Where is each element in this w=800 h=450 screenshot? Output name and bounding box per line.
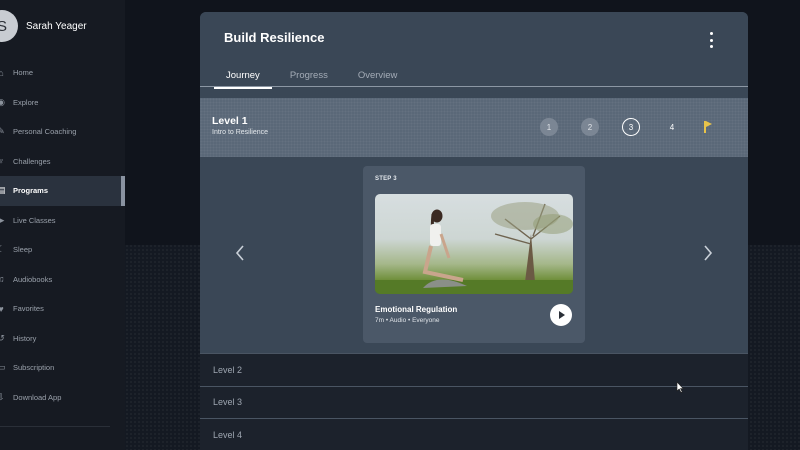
- flag-icon: [702, 120, 714, 134]
- heart-icon: ♥: [0, 303, 4, 314]
- next-arrow-icon[interactable]: [701, 243, 715, 263]
- sidebar-item-label: Home: [13, 68, 34, 78]
- play-icon: [559, 311, 565, 319]
- live-icon: ▶: [0, 214, 5, 225]
- sidebar-item-explore[interactable]: ◉ Explore: [0, 88, 125, 118]
- previous-arrow-icon[interactable]: [233, 243, 247, 263]
- sidebar-item-programs[interactable]: ▤ Programs: [0, 176, 125, 206]
- headphones-icon: ♫: [0, 274, 5, 285]
- sidebar-item-audiobooks[interactable]: ♫ Audiobooks: [0, 265, 125, 295]
- step-1[interactable]: 1: [540, 118, 558, 136]
- level-row-4[interactable]: Level 4: [200, 418, 748, 450]
- level-row-3[interactable]: Level 3: [200, 385, 748, 418]
- sidebar-item-live-classes[interactable]: ▶ Live Classes: [0, 206, 125, 236]
- sidebar-item-subscription[interactable]: ▭ Subscription: [0, 353, 125, 383]
- avatar[interactable]: S: [0, 10, 18, 42]
- card-icon: ▭: [0, 362, 6, 373]
- level-title: Level 1: [212, 115, 248, 127]
- sidebar-item-label: Challenges: [13, 156, 51, 166]
- sidebar-nav: ⌂ Home ◉ Explore ✎ Personal Coaching ♆ Challeng…: [0, 58, 125, 412]
- trophy-icon: ♆: [0, 156, 5, 167]
- step-2[interactable]: 2: [581, 118, 599, 136]
- level-subtitle: Intro to Resilience: [212, 129, 269, 136]
- program-header: Build Resilience Journey Progress Overview: [200, 12, 748, 98]
- sidebar-item-label: Audiobooks: [13, 274, 53, 284]
- sidebar-item-challenges[interactable]: ♆ Challenges: [0, 147, 125, 177]
- sidebar-item-label: Sleep: [13, 245, 33, 255]
- step-carousel: STEP 3 Emotional Regulation 7m • Audio •…: [200, 157, 748, 353]
- sidebar-item-label: Download App: [13, 392, 62, 402]
- session-meta: 7m • Audio • Everyone: [375, 317, 440, 324]
- play-button[interactable]: [550, 304, 572, 326]
- sidebar-item-label: Subscription: [13, 363, 55, 373]
- level-row-2[interactable]: Level 2: [200, 353, 748, 386]
- user-profile[interactable]: S Sarah Yeager: [0, 10, 125, 42]
- sidebar-item-home[interactable]: ⌂ Home: [0, 58, 125, 88]
- sidebar-item-label: Personal Coaching: [13, 127, 77, 137]
- download-icon: ⇩: [0, 391, 5, 402]
- user-name: Sarah Yeager: [26, 20, 87, 32]
- sidebar-item-download-app[interactable]: ⇩ Download App: [0, 383, 125, 413]
- more-options-icon[interactable]: [708, 32, 714, 48]
- sidebar-item-label: Programs: [13, 186, 49, 196]
- compass-icon: ◉: [0, 96, 5, 107]
- page-title: Build Resilience: [224, 30, 325, 45]
- sidebar-item-label: Favorites: [13, 304, 44, 314]
- mouse-cursor-icon: [676, 381, 684, 393]
- sidebar-divider: [0, 426, 110, 427]
- sidebar-item-label: History: [13, 333, 37, 343]
- sidebar: S Sarah Yeager ⌂ Home ◉ Explore ✎ Personal Co…: [0, 0, 125, 450]
- step-3[interactable]: 3: [622, 118, 640, 136]
- step-card[interactable]: STEP 3 Emotional Regulation 7m • Audio •…: [363, 166, 585, 343]
- level-list: Level 2 Level 3 Level 4: [200, 353, 748, 450]
- sidebar-item-personal-coaching[interactable]: ✎ Personal Coaching: [0, 117, 125, 147]
- history-icon: ↺: [0, 332, 5, 343]
- sidebar-item-label: Explore: [13, 97, 39, 107]
- program-card: Build Resilience Journey Progress Overview…: [200, 12, 748, 450]
- sidebar-item-favorites[interactable]: ♥ Favorites: [0, 294, 125, 324]
- meditation-illustration: [375, 202, 573, 294]
- level-1-header[interactable]: Level 1 Intro to Resilience 1 2 3 4: [200, 98, 748, 157]
- session-title: Emotional Regulation: [375, 305, 458, 314]
- session-thumbnail: [375, 194, 573, 294]
- step-4[interactable]: 4: [663, 118, 681, 136]
- home-icon: ⌂: [0, 67, 4, 78]
- sidebar-item-history[interactable]: ↺ History: [0, 324, 125, 354]
- programs-icon: ▤: [0, 185, 6, 196]
- step-indicator: 1 2 3 4: [540, 118, 714, 136]
- tabs-divider: [200, 86, 748, 87]
- sidebar-item-label: Live Classes: [13, 215, 56, 225]
- sidebar-item-sleep[interactable]: ☾ Sleep: [0, 235, 125, 265]
- coaching-icon: ✎: [0, 126, 5, 137]
- moon-icon: ☾: [0, 244, 6, 255]
- step-label: STEP 3: [375, 176, 397, 182]
